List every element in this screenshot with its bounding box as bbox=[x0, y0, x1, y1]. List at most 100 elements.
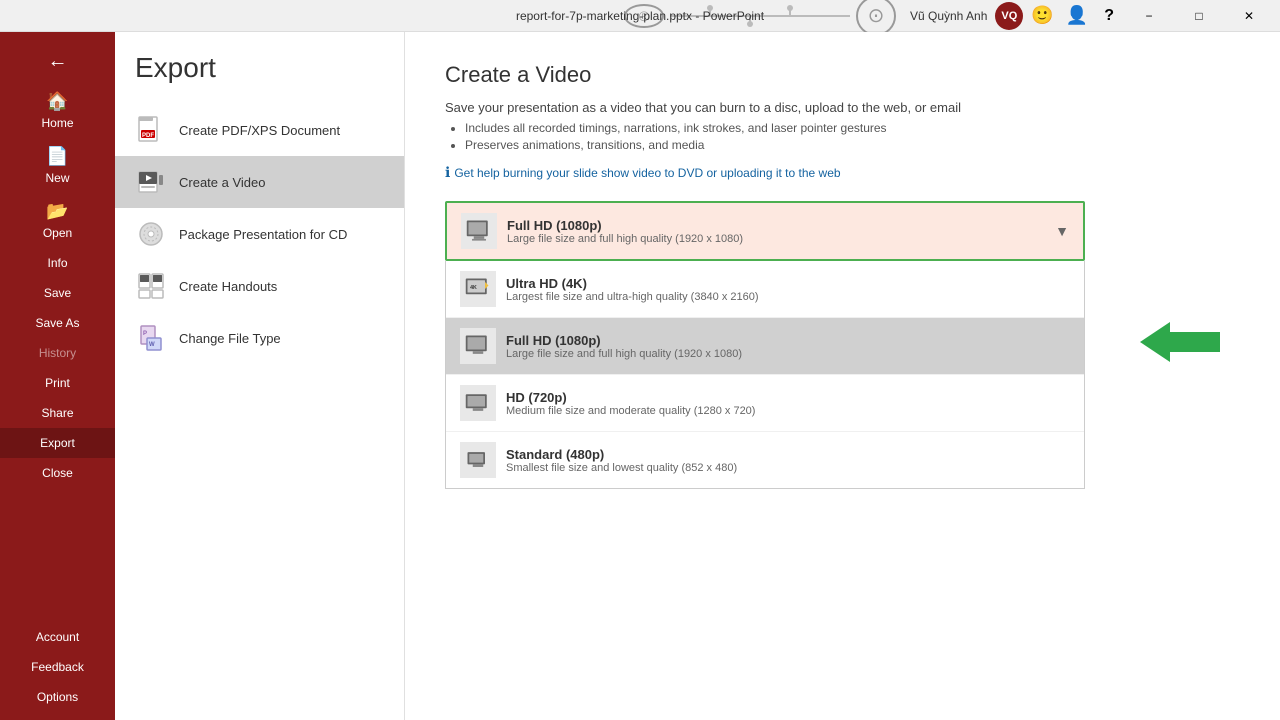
section-title: Create a Video bbox=[445, 62, 1240, 88]
content-area: Export PDF Create PDF/XPS Document bbox=[115, 32, 1280, 720]
minimize-button[interactable]: − bbox=[1126, 0, 1172, 32]
sidebar-item-home[interactable]: 🏠 Home bbox=[0, 83, 115, 138]
nav-create-pdf[interactable]: PDF Create PDF/XPS Document bbox=[115, 104, 404, 156]
hd-subtitle: Medium file size and moderate quality (1… bbox=[506, 405, 755, 417]
sidebar: ← 🏠 Home 📄 New 📂 Open Info Save Save As bbox=[0, 32, 115, 720]
standard-text: Standard (480p) Smallest file size and l… bbox=[506, 447, 737, 474]
standard-subtitle: Smallest file size and lowest quality (8… bbox=[506, 462, 737, 474]
maximize-button[interactable]: □ bbox=[1176, 0, 1222, 32]
home-icon: 🏠 bbox=[46, 91, 68, 112]
chevron-down-icon: ▼ bbox=[1055, 223, 1069, 239]
sidebar-label-new: New bbox=[45, 171, 69, 185]
sidebar-item-info[interactable]: Info bbox=[0, 248, 115, 278]
bullet-1: Includes all recorded timings, narration… bbox=[465, 121, 1240, 135]
close-button[interactable]: ✕ bbox=[1226, 0, 1272, 32]
sidebar-item-account[interactable]: Account bbox=[0, 622, 115, 652]
sidebar-label-save: Save bbox=[44, 286, 71, 300]
sidebar-item-feedback[interactable]: Feedback bbox=[0, 652, 115, 682]
full-hd-title: Full HD (1080p) bbox=[506, 333, 742, 348]
sidebar-label-feedback: Feedback bbox=[31, 660, 84, 674]
svg-text:PDF: PDF bbox=[142, 133, 154, 139]
ultra-hd-subtitle: Largest file size and ultra-high quality… bbox=[506, 291, 759, 303]
title-bar: report-for-7p-marketing-plan.pptx - Powe… bbox=[0, 0, 1280, 32]
emoji-icon[interactable]: 🙂 bbox=[1031, 5, 1053, 26]
full-hd-subtitle: Large file size and full high quality (1… bbox=[506, 348, 742, 360]
help-icon[interactable]: ? bbox=[1104, 7, 1114, 25]
sidebar-label-save-as: Save As bbox=[35, 316, 79, 330]
option-full-hd[interactable]: Full HD (1080p) Large file size and full… bbox=[446, 318, 1084, 375]
sidebar-item-save[interactable]: Save bbox=[0, 278, 115, 308]
person-icon[interactable]: 👤 bbox=[1066, 5, 1088, 26]
dropdown-selected[interactable]: Full HD (1080p) Large file size and full… bbox=[445, 201, 1085, 261]
sidebar-label-info: Info bbox=[47, 256, 67, 270]
svg-text:W: W bbox=[149, 342, 155, 348]
sidebar-label-options: Options bbox=[37, 690, 78, 704]
sidebar-item-export[interactable]: Export bbox=[0, 428, 115, 458]
sidebar-top: ← 🏠 Home 📄 New 📂 Open Info Save Save As bbox=[0, 32, 115, 614]
full-hd-text: Full HD (1080p) Large file size and full… bbox=[506, 333, 742, 360]
handouts-icon bbox=[135, 270, 167, 302]
standard-icon bbox=[460, 442, 496, 478]
sidebar-label-print: Print bbox=[45, 376, 70, 390]
sidebar-item-options[interactable]: Options bbox=[0, 682, 115, 712]
standard-title: Standard (480p) bbox=[506, 447, 737, 462]
file-type-icon: P W bbox=[135, 322, 167, 354]
nav-label-create-pdf: Create PDF/XPS Document bbox=[179, 123, 340, 138]
quality-dropdown[interactable]: Full HD (1080p) Large file size and full… bbox=[445, 201, 1085, 489]
info-icon: ℹ bbox=[445, 164, 450, 181]
full-hd-icon bbox=[460, 328, 496, 364]
sidebar-label-export: Export bbox=[40, 436, 75, 450]
nav-change-file-type[interactable]: P W Change File Type bbox=[115, 312, 404, 364]
video-icon bbox=[135, 166, 167, 198]
left-panel: Export PDF Create PDF/XPS Document bbox=[115, 32, 405, 720]
nav-label-create-video: Create a Video bbox=[179, 175, 266, 190]
cd-icon bbox=[135, 218, 167, 250]
nav-label-package-presentation: Package Presentation for CD bbox=[179, 227, 347, 242]
bullet-2: Preserves animations, transitions, and m… bbox=[465, 138, 1240, 152]
sidebar-item-history[interactable]: History bbox=[0, 338, 115, 368]
selected-icon bbox=[461, 213, 497, 249]
sidebar-label-open: Open bbox=[43, 226, 72, 240]
pdf-icon: PDF bbox=[135, 114, 167, 146]
sidebar-item-share[interactable]: Share bbox=[0, 398, 115, 428]
nav-label-change-file-type: Change File Type bbox=[179, 331, 281, 346]
section-description: Save your presentation as a video that y… bbox=[445, 100, 1240, 115]
option-ultra-hd[interactable]: 4K Ultra HD (4K) Largest file size and u… bbox=[446, 261, 1084, 318]
app-body: ← 🏠 Home 📄 New 📂 Open Info Save Save As bbox=[0, 32, 1280, 720]
sidebar-item-print[interactable]: Print bbox=[0, 368, 115, 398]
sidebar-label-share: Share bbox=[41, 406, 73, 420]
deco-circle2: ⊙ bbox=[856, 0, 896, 36]
green-arrow bbox=[1140, 322, 1220, 367]
user-avatar[interactable]: VQ bbox=[995, 2, 1023, 30]
sidebar-label-home: Home bbox=[41, 116, 73, 130]
svg-text:4K: 4K bbox=[470, 285, 477, 291]
sidebar-item-new[interactable]: 📄 New bbox=[0, 138, 115, 193]
nav-label-create-handouts: Create Handouts bbox=[179, 279, 277, 294]
open-icon: 📂 bbox=[46, 201, 68, 222]
option-hd[interactable]: HD (720p) Medium file size and moderate … bbox=[446, 375, 1084, 432]
sidebar-item-close[interactable]: Close bbox=[0, 458, 115, 488]
selected-title: Full HD (1080p) bbox=[507, 218, 743, 233]
sidebar-label-account: Account bbox=[36, 630, 79, 644]
ultra-hd-title: Ultra HD (4K) bbox=[506, 276, 759, 291]
new-icon: 📄 bbox=[46, 146, 68, 167]
selected-subtitle: Large file size and full high quality (1… bbox=[507, 233, 743, 245]
nav-create-video[interactable]: Create a Video bbox=[115, 156, 404, 208]
sidebar-label-history: History bbox=[39, 346, 76, 360]
dropdown-list: 4K Ultra HD (4K) Largest file size and u… bbox=[445, 261, 1085, 489]
help-link[interactable]: ℹ Get help burning your slide show video… bbox=[445, 164, 1240, 181]
nav-package-presentation[interactable]: Package Presentation for CD bbox=[115, 208, 404, 260]
sidebar-item-open[interactable]: 📂 Open bbox=[0, 193, 115, 248]
back-button[interactable]: ← bbox=[0, 40, 115, 83]
selected-text: Full HD (1080p) Large file size and full… bbox=[507, 218, 743, 245]
svg-text:P: P bbox=[143, 331, 147, 337]
hd-text: HD (720p) Medium file size and moderate … bbox=[506, 390, 755, 417]
page-title: Export bbox=[115, 52, 404, 104]
sidebar-bottom: Account Feedback Options bbox=[0, 614, 115, 720]
export-page: Export PDF Create PDF/XPS Document bbox=[115, 32, 1280, 720]
ultra-hd-text: Ultra HD (4K) Largest file size and ultr… bbox=[506, 276, 759, 303]
option-standard[interactable]: Standard (480p) Smallest file size and l… bbox=[446, 432, 1084, 488]
nav-create-handouts[interactable]: Create Handouts bbox=[115, 260, 404, 312]
sidebar-item-save-as[interactable]: Save As bbox=[0, 308, 115, 338]
user-name: Vũ Quỳnh Anh bbox=[910, 9, 987, 23]
